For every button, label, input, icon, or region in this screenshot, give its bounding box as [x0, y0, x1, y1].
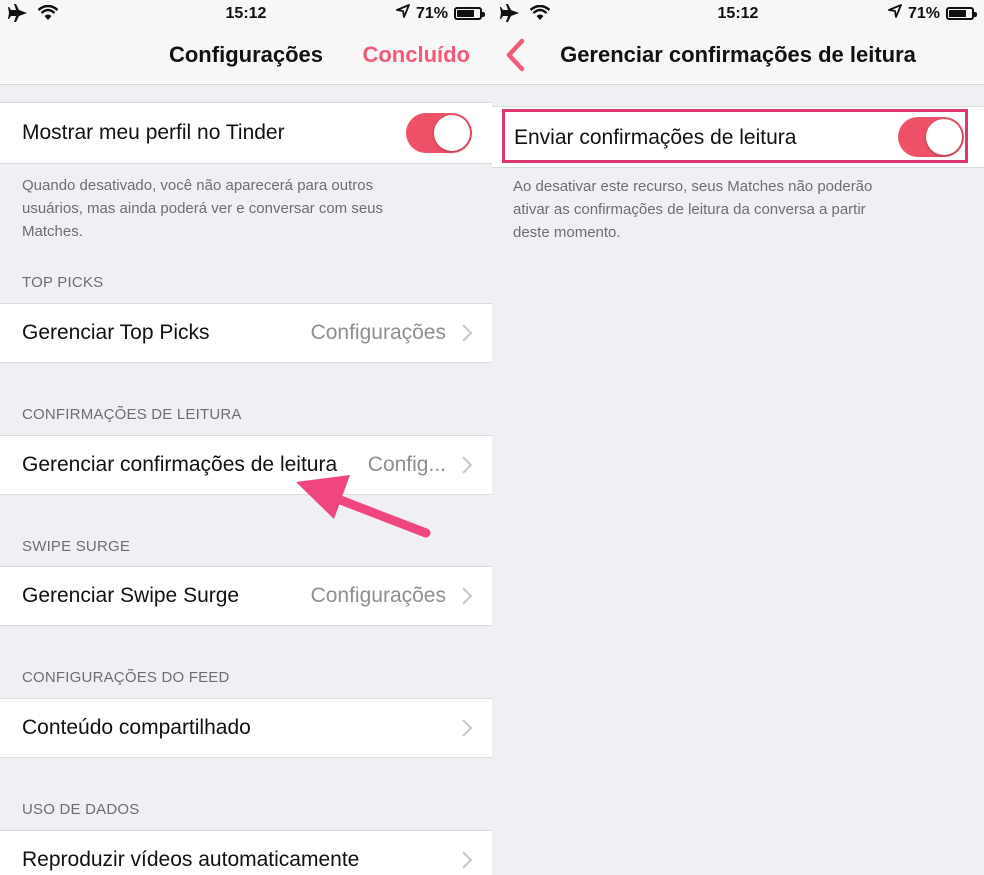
status-bar: 15:12 71%	[492, 0, 984, 28]
annotation-arrow	[296, 475, 431, 538]
page-title: Gerenciar confirmações de leitura	[560, 42, 916, 67]
send-read-receipts-toggle[interactable]	[898, 117, 964, 157]
note-line: deste momento.	[513, 224, 621, 241]
send-read-receipts-label: Enviar confirmações de leitura	[514, 126, 797, 149]
note-line: Ao desativar este recurso, seus Matches …	[513, 178, 873, 195]
battery-percent: 71%	[907, 4, 940, 22]
battery-icon	[946, 7, 977, 20]
toggle-knob	[926, 119, 962, 155]
read-receipts-screen: 15:12 71% Gerenciar confirmações de leit…	[492, 0, 984, 875]
send-read-receipts-row: Enviar confirmações de leitura	[492, 106, 984, 168]
read-receipts-note: Ao desativar este recurso, seus Matches …	[513, 175, 872, 244]
settings-screen: 15:12 71% Configurações Concluído Mostra…	[0, 0, 492, 875]
nav-bar: Gerenciar confirmações de leitura	[492, 28, 984, 85]
note-line: ativar as confirmações de leitura da con…	[513, 201, 866, 218]
location-arrow-icon	[888, 4, 902, 23]
